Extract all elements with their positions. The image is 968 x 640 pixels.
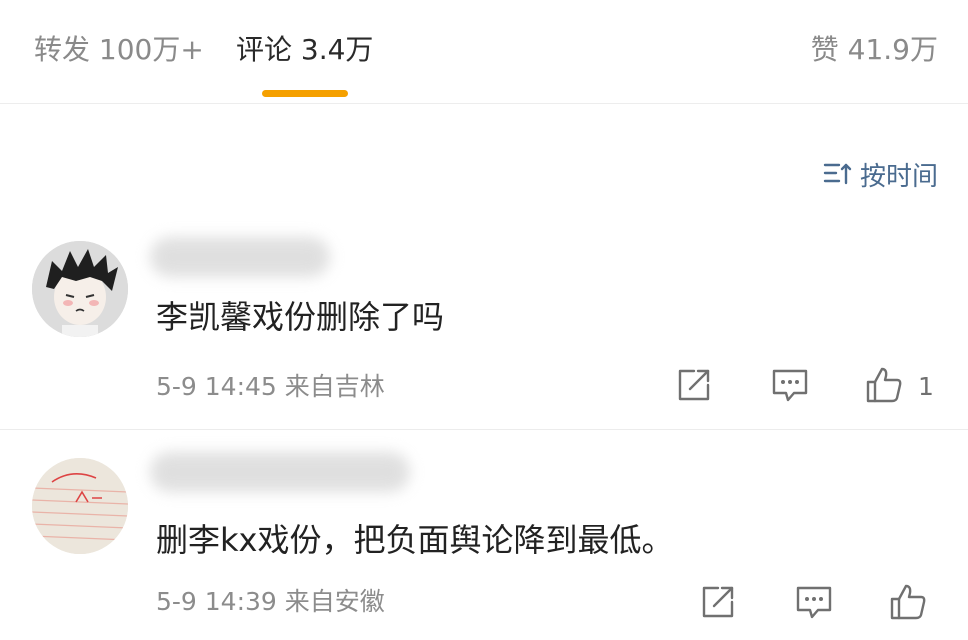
tab-reposts[interactable]: 转发 100万+	[34, 30, 204, 70]
username-blurred[interactable]	[150, 237, 330, 277]
active-tab-indicator	[262, 90, 348, 97]
avatar[interactable]	[32, 241, 128, 337]
share-icon[interactable]	[674, 365, 714, 405]
comment-meta: 5-9 14:45 来自吉林	[156, 372, 385, 401]
comment-item: 李凯馨戏份删除了吗 5-9 14:45 来自吉林 1	[0, 225, 968, 430]
comment-item: 删李kx戏份，把负面舆论降到最低。 5-9 14:39 来自安徽	[0, 430, 968, 640]
comment-text: 删李kx戏份，把负面舆论降到最低。	[156, 521, 674, 559]
sort-icon	[823, 163, 852, 185]
comment-icon[interactable]	[794, 582, 834, 622]
sort-by-time-button[interactable]: 按时间	[822, 154, 938, 194]
share-icon[interactable]	[698, 582, 738, 622]
username-blurred[interactable]	[150, 452, 410, 492]
comment-icon[interactable]	[770, 365, 810, 405]
sort-label: 按时间	[859, 161, 938, 192]
tab-bar: 转发 100万+ 评论 3.4万 赞 41.9万	[0, 0, 968, 104]
thumbs-up-icon[interactable]	[864, 365, 904, 405]
tab-comments[interactable]: 评论 3.4万	[236, 30, 373, 70]
avatar-image	[32, 241, 128, 337]
like-count: 1	[918, 372, 934, 401]
avatar-image	[32, 458, 128, 554]
avatar[interactable]	[32, 458, 128, 554]
tab-likes[interactable]: 赞 41.9万	[811, 30, 938, 70]
thumbs-up-icon[interactable]	[888, 582, 928, 622]
comment-text: 李凯馨戏份删除了吗	[156, 298, 445, 336]
comment-meta: 5-9 14:39 来自安徽	[156, 587, 385, 616]
